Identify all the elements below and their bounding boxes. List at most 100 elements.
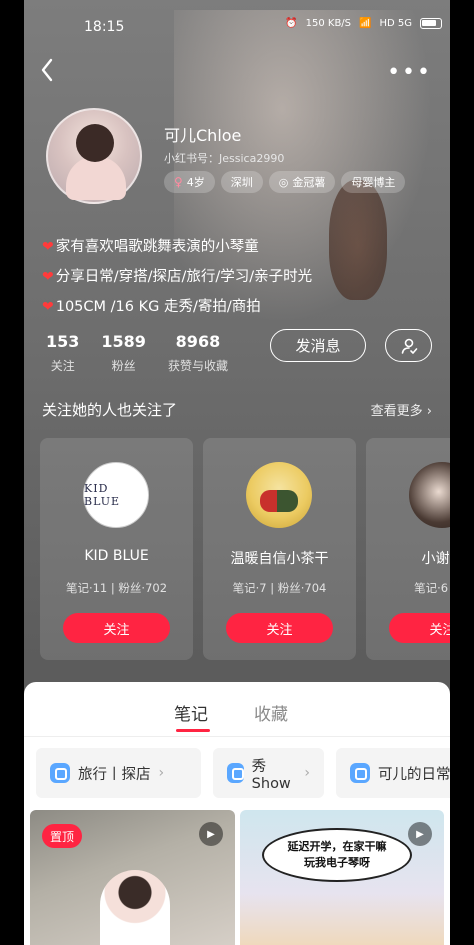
crown-icon: ◎	[278, 175, 289, 189]
bio-text: 分享日常/穿搭/探店/旅行/学习/亲子时光	[55, 269, 313, 285]
tag-location: 深圳	[220, 171, 263, 193]
follow-button[interactable]: 关注	[389, 613, 450, 643]
tab-collections[interactable]: 收藏	[254, 700, 288, 725]
tab-collections-label: 收藏	[254, 705, 288, 725]
wifi-icon: 📶	[359, 18, 372, 29]
bio-text: 家有喜欢唱歌跳舞表演的小琴童	[55, 239, 259, 255]
bubble-text: 玩我电子琴呀	[304, 856, 370, 869]
avatar[interactable]	[46, 108, 142, 204]
recommend-title: 关注她的人也关注了	[42, 401, 178, 419]
album-icon	[350, 763, 370, 783]
card-name: 小谢超	[421, 551, 451, 567]
profile-tags: ♀ 4岁 深圳 ◎ 金冠薯 母婴博主	[164, 171, 406, 193]
album-label: 可儿的日常	[378, 766, 450, 783]
card-avatar[interactable]	[246, 462, 312, 528]
divider	[24, 736, 450, 737]
album-list[interactable]: 旅行丨探店 › 秀Show › 可儿的日常	[36, 748, 450, 798]
stat-label: 粉丝	[111, 359, 136, 373]
chevron-left-icon	[41, 58, 53, 82]
card-name: KID BLUE	[84, 548, 149, 564]
tag-category: 母婴博主	[341, 171, 406, 193]
bio-text: 105CM /16 KG 走秀/寄拍/商拍	[55, 299, 261, 315]
recommend-cards[interactable]: KID BLUE KID BLUE 笔记·11 | 粉丝·702 关注 温暖自信…	[40, 438, 450, 660]
tag-level-label: 金冠薯	[292, 176, 326, 189]
tag-age: ♀ 4岁	[164, 171, 215, 193]
stat-value: 8968	[175, 332, 221, 351]
female-icon: ♀	[174, 175, 183, 189]
recommend-card[interactable]: 温暖自信小茶干 笔记·7 | 粉丝·704 关注	[203, 438, 356, 660]
bio-line: ❤ 105CM /16 KG 走秀/寄拍/商拍	[42, 292, 312, 322]
stat-label: 获赞与收藏	[167, 359, 228, 373]
album-item[interactable]: 秀Show ›	[213, 748, 324, 798]
note-thumbnail	[100, 870, 170, 945]
pinned-badge: 置顶	[42, 824, 83, 848]
album-label: 旅行丨探店	[78, 766, 151, 783]
heart-icon: ❤	[42, 299, 54, 315]
tag-location-label: 深圳	[230, 176, 253, 189]
followed-button[interactable]	[385, 329, 432, 362]
more-options-button[interactable]: •••	[387, 60, 432, 85]
speech-bubble: 延迟开学，在家干嘛 玩我电子琴呀	[262, 828, 412, 882]
profile-stats: 153 关注 1589 粉丝 8968 获赞与收藏	[46, 332, 228, 374]
stat-value: 153	[46, 332, 80, 351]
stat-likes[interactable]: 8968 获赞与收藏	[168, 332, 228, 374]
tag-level[interactable]: ◎ 金冠薯	[268, 171, 336, 193]
note-card[interactable]: 延迟开学，在家干嘛 玩我电子琴呀 ▶	[240, 810, 444, 945]
card-name: 温暖自信小茶干	[230, 551, 329, 567]
status-icons: ⏰ 150 KB/S 📶 HD 5G	[285, 18, 442, 29]
album-icon	[50, 763, 70, 783]
card-meta: 笔记·6 | 粉	[414, 581, 450, 595]
note-card[interactable]: 置顶 ▶	[30, 810, 235, 945]
bio-line: ❤ 分享日常/穿搭/探店/旅行/学习/亲子时光	[42, 262, 312, 292]
tag-category-label: 母婴博主	[351, 176, 396, 189]
see-more-link[interactable]: 查看更多 ›	[371, 400, 432, 419]
recommend-card[interactable]: KID BLUE KID BLUE 笔记·11 | 粉丝·702 关注	[40, 438, 193, 660]
album-item[interactable]: 旅行丨探店 ›	[36, 748, 201, 798]
card-avatar[interactable]	[409, 462, 450, 528]
status-bar: 18:15 ⏰ 150 KB/S 📶 HD 5G	[24, 0, 450, 56]
follow-button[interactable]: 关注	[63, 613, 170, 643]
network-speed: 150 KB/S	[305, 18, 352, 29]
signal-indicators: HD 5G	[379, 18, 412, 29]
stat-followers[interactable]: 1589 粉丝	[101, 332, 146, 374]
status-time: 18:15	[84, 19, 125, 35]
user-check-icon	[401, 338, 417, 354]
album-label: 秀Show	[251, 758, 291, 792]
album-item[interactable]: 可儿的日常	[336, 748, 450, 798]
heart-icon: ❤	[42, 269, 54, 285]
tab-notes-label: 笔记	[174, 705, 208, 725]
chevron-right-icon: ›	[158, 765, 165, 781]
album-icon	[227, 763, 244, 783]
alarm-icon: ⏰	[285, 18, 298, 29]
back-button[interactable]	[40, 58, 64, 84]
profile-bio: ❤ 家有喜欢唱歌跳舞表演的小琴童 ❤ 分享日常/穿搭/探店/旅行/学习/亲子时光…	[42, 232, 312, 322]
recommend-card[interactable]: 小谢超 笔记·6 | 粉 关注	[366, 438, 450, 660]
bio-line: ❤ 家有喜欢唱歌跳舞表演的小琴童	[42, 232, 312, 262]
tab-active-indicator	[176, 729, 210, 732]
tag-age-label: 4岁	[186, 176, 205, 189]
profile-page: 18:15 ⏰ 150 KB/S 📶 HD 5G ••• 可儿Chloe 小红书…	[24, 0, 450, 945]
see-more-label: 查看更多	[370, 404, 423, 419]
chevron-right-icon: ›	[304, 765, 310, 781]
violin-image	[329, 180, 387, 300]
more-dots-icon: •••	[387, 60, 432, 85]
battery-icon	[420, 18, 442, 29]
content-sheet: 笔记 收藏 旅行丨探店 › 秀Show › 可儿的日常 置顶 ▶ 延迟开学，在家…	[24, 682, 450, 945]
content-tabs: 笔记 收藏	[174, 700, 288, 732]
bubble-text: 延迟开学，在家干嘛	[287, 840, 387, 853]
follow-button[interactable]: 关注	[226, 613, 333, 643]
card-meta: 笔记·11 | 粉丝·702	[65, 581, 168, 595]
stat-label: 关注	[50, 359, 75, 373]
send-message-button[interactable]: 发消息	[270, 329, 366, 362]
stat-following[interactable]: 153 关注	[46, 332, 79, 374]
account-id: 小红书号：Jessica2990	[164, 152, 285, 165]
tab-notes[interactable]: 笔记	[174, 700, 210, 732]
card-avatar[interactable]: KID BLUE	[83, 462, 149, 528]
play-icon: ▶	[408, 822, 432, 846]
chevron-right-icon: ›	[426, 404, 432, 419]
profile-nickname: 可儿Chloe	[164, 126, 242, 145]
stat-value: 1589	[101, 332, 146, 351]
play-icon: ▶	[199, 822, 223, 846]
card-meta: 笔记·7 | 粉丝·704	[232, 581, 327, 595]
heart-icon: ❤	[42, 239, 54, 255]
